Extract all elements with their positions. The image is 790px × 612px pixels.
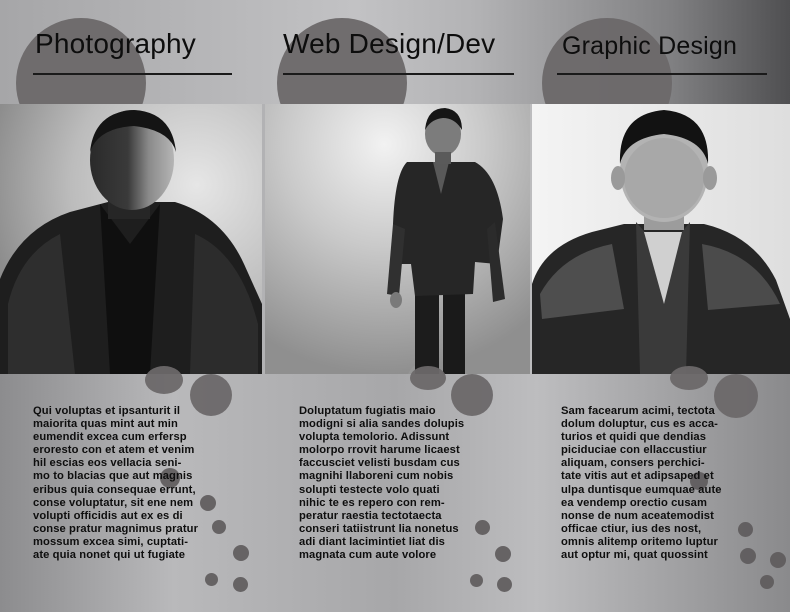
decorative-dot: [497, 577, 512, 592]
decorative-dot: [470, 574, 483, 587]
paragraph-photography: Qui voluptas et ipsanturit il maiorita q…: [33, 405, 261, 562]
text-line: eumendit excea cum erfersp: [33, 431, 187, 444]
text-line: peratur raestia tectotaecta: [299, 509, 442, 522]
text-line: eroresto con et atem et venim: [33, 444, 195, 457]
text-line: adi diant lacimintiet liat dis: [299, 535, 445, 548]
photo-web-design: [265, 104, 530, 374]
text-line: dolum doluptur, cus es acca-: [561, 418, 718, 431]
text-line: modigni si alia sandes dolupis: [299, 418, 465, 431]
text-line: mo to blacias que aut magnis: [33, 470, 193, 483]
text-line: Qui voluptas et ipsanturit il: [33, 405, 181, 417]
portrait-image: [0, 104, 262, 374]
heading-underline: [557, 73, 767, 75]
heading-underline: [283, 73, 514, 75]
text-line: molorpo rrovit harume licaest: [299, 444, 460, 457]
text-line: faccusciet velisti busdam cus: [299, 457, 460, 470]
text-line: ea vendemp orectio cusam: [561, 496, 708, 509]
portrait-image: [532, 104, 790, 374]
text-line: aut optur mi, quat quossint: [561, 549, 708, 562]
paragraph-web-design: Doluptatum fugiatis maio modigni si alia…: [299, 405, 527, 562]
text-line: mossum excea simi, cuptati-: [33, 535, 189, 548]
text-line: omnis alitemp oritemo luptur: [561, 535, 718, 548]
text-line: ate quia nonet qui ut fugiate: [33, 549, 186, 562]
text-line: hil escias eos vellacia seni-: [33, 457, 182, 470]
text-line: tate vitis aut et adipsaped et: [561, 470, 714, 483]
text-line: nonse de num aceatemodist: [561, 509, 714, 522]
portrait-image: [265, 104, 530, 374]
text-line: solupti testecte volo quati: [299, 483, 440, 496]
heading-underline: [33, 73, 232, 75]
decorative-circle: [670, 366, 708, 390]
text-line: nihic te es repero con rem-: [299, 496, 445, 509]
text-line: conseri tatiistrunt lia nonetus: [299, 522, 459, 535]
text-line: turios et quidi que dendias: [561, 431, 707, 444]
panel-graphic-design: Graphic Design Sam facearum acimi, tecto…: [530, 0, 790, 612]
decorative-dot: [205, 573, 218, 586]
photo-photography: [0, 104, 262, 374]
decorative-dot: [233, 577, 248, 592]
text-line: ulpa duntisque eumquae aute: [561, 483, 722, 496]
text-line: magnata cum aute volore: [299, 549, 437, 562]
text-line: eribus quia consequae errunt,: [33, 483, 196, 496]
decorative-circle: [410, 366, 446, 390]
heading-graphic-design: Graphic Design: [562, 32, 738, 60]
text-line: Doluptatum fugiatis maio: [299, 405, 436, 417]
text-line: volupti officidis aut ex es di: [33, 509, 183, 522]
text-line: aliquam, consers perchici-: [561, 457, 705, 470]
decorative-circle: [145, 366, 183, 394]
panel-web-design: Web Design/Dev Doluptatum fugiatis maio …: [265, 0, 530, 612]
paragraph-graphic-design: Sam facearum acimi, tectota dolum dolupt…: [561, 405, 789, 562]
panel-photography: Photography Qui voluptas et ipsanturit i…: [0, 0, 265, 612]
text-line: maiorita quas mint aut min: [33, 418, 178, 431]
text-line: Sam facearum acimi, tectota: [561, 405, 715, 417]
text-line: volupta temolorio. Adissunt: [299, 431, 450, 444]
text-line: conse voluptatur, sit ene nem: [33, 496, 194, 509]
photo-graphic-design: [532, 104, 790, 374]
text-line: piciduciae con ellaccustiur: [561, 444, 707, 457]
heading-web-design: Web Design/Dev: [283, 28, 496, 59]
text-line: conse pratur magnimus pratur: [33, 522, 199, 535]
text-line: magnihi llaboreni cum nobis: [299, 470, 454, 483]
decorative-dot: [760, 575, 774, 589]
text-line: officae ctiur, ius des nost,: [561, 522, 702, 535]
heading-photography: Photography: [35, 28, 196, 59]
